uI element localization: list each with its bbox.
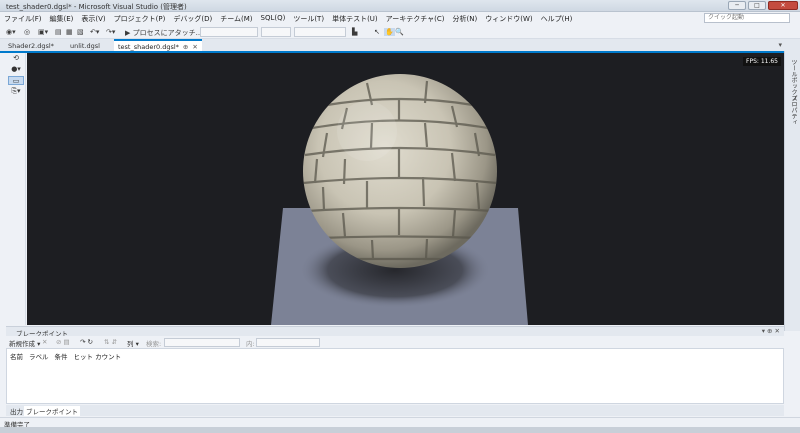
tab-unlit[interactable]: unlit.dgsl xyxy=(66,41,104,51)
tab-output[interactable]: 出力 xyxy=(8,406,25,416)
find-combo[interactable] xyxy=(294,27,346,37)
toggle-grid-icon[interactable]: ▭ xyxy=(8,76,24,85)
refresh-icon[interactable]: ↷ ↻ xyxy=(80,338,93,346)
new-breakpoint-button[interactable]: 新規作成 ▾ xyxy=(9,338,40,348)
minimize-button[interactable]: ─ xyxy=(728,1,746,10)
export-icon[interactable]: ⇅ ⇵ xyxy=(104,338,117,346)
in-label: 内: xyxy=(246,340,255,348)
shader-preview-viewport[interactable]: FPS: 11.65 xyxy=(27,53,784,325)
back-icon[interactable]: ◉▾ xyxy=(6,28,16,36)
menu-analyze[interactable]: 分析(N) xyxy=(453,14,478,24)
menu-unittest[interactable]: 単体テスト(U) xyxy=(332,14,378,24)
window-title: test_shader0.dgsl* - Microsoft Visual St… xyxy=(6,3,187,11)
tab-shader2[interactable]: Shader2.dgsl* xyxy=(4,41,58,51)
toggle-all-icon[interactable]: ⊘ ▤ xyxy=(56,338,70,346)
zoom-icon[interactable]: 🔍 xyxy=(395,28,404,36)
bottom-tool-tabs: 出力 ブレークポイント xyxy=(6,405,784,416)
search-input[interactable] xyxy=(164,338,240,347)
tab-label: Shader2.dgsl* xyxy=(8,42,54,50)
menu-project[interactable]: プロジェクト(P) xyxy=(114,14,166,24)
menu-file[interactable]: ファイル(F) xyxy=(4,14,42,24)
maximize-button[interactable]: □ xyxy=(748,1,766,10)
breakpoints-toolbar: 新規作成 ▾ ✕ ⊘ ▤ ↷ ↻ ⇅ ⇵ 列 ▾ 検索: 内: xyxy=(6,336,784,348)
tab-test-shader0[interactable]: test_shader0.dgsl* ⊕ ✕ xyxy=(114,39,202,51)
menu-tools[interactable]: ツール(T) xyxy=(293,14,324,24)
menu-view[interactable]: 表示(V) xyxy=(81,14,105,24)
menu-debug[interactable]: デバッグ(D) xyxy=(173,14,212,24)
panel-controls-icon[interactable]: ▾ ⊕ ✕ xyxy=(762,327,780,335)
menu-edit[interactable]: 編集(E) xyxy=(50,14,74,24)
tab-list-icon[interactable]: ▾ xyxy=(778,41,782,49)
redo-icon[interactable]: ↷▾ xyxy=(106,28,115,36)
tab-label: test_shader0.dgsl* xyxy=(118,43,179,51)
standard-toolbar: ◉▾ ◎ ▣▾ ▤ ▦ ▧ ↶▾ ↷▾ ▶ プロセスにアタッチ... ▙ ↖ ✋… xyxy=(0,25,800,39)
menu-window[interactable]: ウィンドウ(W) xyxy=(485,14,532,24)
quick-launch-input[interactable]: クイック起動 xyxy=(704,13,790,23)
platform-combo[interactable] xyxy=(261,27,291,37)
menu-sql[interactable]: SQL(Q) xyxy=(261,14,286,24)
search-label: 検索: xyxy=(146,340,162,348)
pin-icon[interactable]: ⊕ xyxy=(183,43,188,51)
tab-label: unlit.dgsl xyxy=(70,42,100,50)
open-icon[interactable]: ▤ xyxy=(55,28,62,36)
scene-render xyxy=(271,74,528,325)
menu-bar: ファイル(F) 編集(E) 表示(V) プロジェクト(P) デバッグ(D) チー… xyxy=(0,12,800,25)
attach-button[interactable]: ▶ プロセスにアタッチ... xyxy=(125,28,202,38)
breakpoints-list[interactable]: 名前 ラベル 条件 ヒット カウント xyxy=(6,348,784,404)
status-bar: 準備完了 xyxy=(0,417,800,429)
sphere-highlight xyxy=(337,101,397,161)
breakpoints-header: ブレークポイント ▾ ⊕ ✕ xyxy=(6,326,784,338)
right-dock-strip: ツールボックス プロパティ xyxy=(784,51,800,331)
taskbar xyxy=(0,427,800,433)
advanced-icon[interactable]: ⎘▾ xyxy=(8,87,24,96)
undo-icon[interactable]: ↶▾ xyxy=(90,28,99,36)
config-combo[interactable] xyxy=(200,27,258,37)
properties-tab[interactable]: プロパティ xyxy=(789,95,798,125)
save-all-icon[interactable]: ▧ xyxy=(77,28,84,36)
new-project-icon[interactable]: ▣▾ xyxy=(38,28,48,36)
forward-icon[interactable]: ◎ xyxy=(24,28,30,36)
columns-button[interactable]: 列 ▾ xyxy=(127,338,139,348)
fps-counter: FPS: 11.65 xyxy=(743,57,781,66)
delete-icon[interactable]: ✕ xyxy=(42,338,47,346)
column-header-label[interactable]: ラベル xyxy=(29,351,49,361)
save-icon[interactable]: ▦ xyxy=(66,28,73,36)
column-header-condition[interactable]: 条件 xyxy=(55,351,68,361)
menu-architecture[interactable]: アーキテクチャ(C) xyxy=(386,14,445,24)
title-bar: test_shader0.dgsl* - Microsoft Visual St… xyxy=(0,0,800,12)
menu-team[interactable]: チーム(M) xyxy=(220,14,252,24)
document-tabs: Shader2.dgsl* unlit.dgsl test_shader0.dg… xyxy=(0,39,800,51)
select-icon[interactable]: ↖ xyxy=(374,28,380,36)
sphere-shape-icon[interactable]: ●▾ xyxy=(8,65,24,74)
close-tab-icon[interactable]: ✕ xyxy=(192,43,197,51)
pan-icon[interactable]: ✋ xyxy=(384,28,395,36)
search-scope-select[interactable] xyxy=(256,338,320,347)
reset-view-icon[interactable]: ⟲ xyxy=(8,54,24,63)
layout-icon[interactable]: ▙ xyxy=(352,28,357,36)
designer-toolbar: ⟲ ●▾ ▭ ⎘▾ xyxy=(6,53,26,325)
menu-help[interactable]: ヘルプ(H) xyxy=(541,14,573,24)
column-header-name[interactable]: 名前 xyxy=(10,351,23,361)
tab-breakpoints[interactable]: ブレークポイント xyxy=(24,406,80,416)
close-button[interactable]: ✕ xyxy=(768,1,798,10)
column-header-hitcount[interactable]: ヒット カウント xyxy=(74,351,122,361)
